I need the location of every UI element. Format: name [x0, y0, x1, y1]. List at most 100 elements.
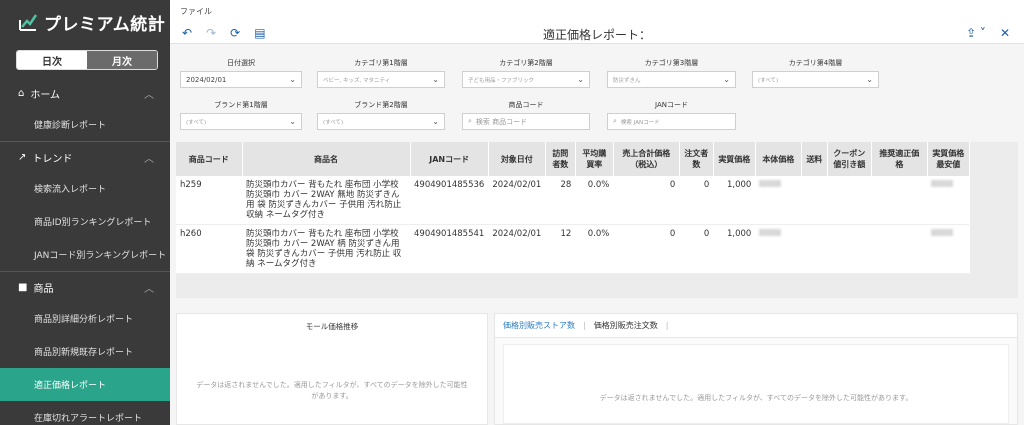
- sidebar-section-home[interactable]: ⌂ ホーム ︿: [0, 78, 170, 108]
- category2-filter: カテゴリ第2階層 子ども用品・ファブリック ⌄: [462, 58, 590, 88]
- app-logo-text: プレミアム統計: [44, 14, 166, 35]
- toolbar-right: ⇪ ˅ ✕: [966, 26, 1010, 40]
- sidebar-section-trend[interactable]: ↗ トレンド ︿: [0, 142, 170, 172]
- cell-coupon: [827, 176, 872, 225]
- chevron-up-icon: ︿: [144, 153, 154, 165]
- category2-select[interactable]: 子ども用品・ファブリック ⌄: [462, 71, 590, 88]
- product-code-search[interactable]: ⌕ 検索 商品コード: [462, 113, 590, 130]
- column-header[interactable]: 実質価格: [713, 142, 756, 176]
- redacted-value: [931, 229, 954, 236]
- section-label: トレンド: [32, 153, 73, 165]
- column-header[interactable]: クーポン値引き額: [827, 142, 872, 176]
- column-header[interactable]: 訪問者数: [545, 142, 576, 176]
- column-header[interactable]: 実質価格最安値: [927, 142, 970, 176]
- selected-value: 2024/02/01: [186, 75, 227, 84]
- column-header[interactable]: 商品コード: [176, 142, 243, 176]
- sidebar-item-search-inflow[interactable]: 検索流入レポート: [0, 172, 170, 205]
- close-icon[interactable]: ✕: [1000, 26, 1010, 40]
- cell-orders: 0: [679, 176, 714, 225]
- cell-real-price: 1,000: [713, 224, 756, 274]
- file-menu[interactable]: ファイル: [180, 6, 212, 17]
- cell-date: 2024/02/01: [488, 176, 546, 225]
- tab-store-count[interactable]: 価格別販売ストア数: [503, 320, 575, 331]
- cell-base-price: [755, 176, 802, 225]
- column-header[interactable]: 送料: [801, 142, 828, 176]
- cell-jan-code: 4904901485541: [410, 224, 489, 274]
- filter-label: ブランド第2階層: [354, 101, 408, 109]
- filter-label: カテゴリ第2階層: [499, 59, 553, 67]
- no-data-message: データは返されませんでした。適用したフィルタが、すべてのデータを除外した可能性が…: [599, 394, 913, 402]
- sidebar-item-stockout[interactable]: 在庫切れアラートレポート: [0, 401, 170, 425]
- filter-label: カテゴリ第3階層: [644, 59, 699, 67]
- selected-value: 防災ずきん: [613, 77, 641, 84]
- category1-select[interactable]: ベビー, キッズ, マタニティ ⌄: [317, 71, 445, 88]
- redacted-value: [931, 180, 954, 187]
- column-header[interactable]: 推奨適正価格: [871, 142, 928, 176]
- column-header[interactable]: 売上合計価格（税込）: [613, 142, 680, 176]
- brand1-select[interactable]: (すべて) ⌄: [180, 113, 302, 130]
- sidebar-item-health[interactable]: 健康診断レポート: [0, 108, 170, 141]
- sidebar-item-jan-ranking[interactable]: JANコード別ランキングレポート: [0, 238, 170, 271]
- column-header[interactable]: 本体価格: [755, 142, 802, 176]
- sidebar-item-product-detail[interactable]: 商品別詳細分析レポート: [0, 302, 170, 335]
- chevron-down-icon: ⌄: [577, 75, 584, 84]
- filter-label: カテゴリ第4階層: [788, 59, 843, 67]
- price-distribution-panel: 価格別販売ストア数 | 価格別販売注文数 | データは返されませんでした。適用し…: [494, 313, 1018, 425]
- column-header[interactable]: 注文者数: [679, 142, 714, 176]
- no-data-message: データは返されませんでした。適用したフィルタが、すべてのデータを除外した可能性が…: [196, 381, 468, 400]
- cell-sales: 0: [613, 224, 680, 274]
- column-header[interactable]: JANコード: [410, 142, 489, 176]
- section-label: 商品: [33, 283, 54, 295]
- category4-select[interactable]: (すべて) ⌄: [752, 71, 879, 88]
- monthly-toggle[interactable]: 月次: [87, 51, 157, 69]
- category3-filter: カテゴリ第3階層 防災ずきん ⌄: [607, 58, 736, 88]
- cell-shipping: [801, 224, 828, 274]
- sidebar-item-new-existing[interactable]: 商品別新規既存レポート: [0, 335, 170, 368]
- period-toggle: 日次 月次: [16, 50, 158, 70]
- cell-product-code: h260: [176, 224, 242, 274]
- brand1-filter: ブランド第1階層 (すべて) ⌄: [180, 100, 302, 130]
- column-header[interactable]: 対象日付: [488, 142, 546, 176]
- chevron-down-icon: ⌄: [723, 75, 730, 84]
- report-table-container: 商品コード 商品名 JANコード 対象日付 訪問者数 平均購買率 売上合計価格（…: [176, 142, 1018, 298]
- panel-tabs: 価格別販売ストア数 | 価格別販売注文数 |: [495, 314, 1017, 338]
- trend-icon: ↗: [18, 151, 27, 163]
- cell-product-name: 防災頭巾カバー 背もたれ 座布団 小学校 防災頭巾 カバー 2WAY 無地 防災…: [242, 176, 410, 225]
- cell-sales: 0: [613, 176, 680, 225]
- cell-jan-code: 4904901485536: [410, 176, 489, 225]
- column-header[interactable]: 平均購買率: [575, 142, 614, 176]
- app-logo[interactable]: プレミアム統計: [0, 0, 170, 44]
- filter-label: カテゴリ第1階層: [354, 59, 408, 67]
- cell-orders: 0: [679, 224, 714, 274]
- cell-recommended: [871, 224, 928, 274]
- cell-product-name: 防災頭巾カバー 背もたれ 座布団 小学校 防災頭巾 カバー 2WAY 柄 防災ず…: [242, 224, 410, 274]
- selected-value: (すべて): [186, 119, 207, 126]
- filter-label: 商品コード: [508, 101, 544, 109]
- daily-toggle[interactable]: 日次: [17, 51, 87, 69]
- table-row[interactable]: h260 防災頭巾カバー 背もたれ 座布団 小学校 防災頭巾 カバー 2WAY …: [176, 224, 970, 274]
- chevron-up-icon: ︿: [144, 89, 154, 101]
- date-select[interactable]: 2024/02/01 ⌄: [180, 71, 302, 88]
- sidebar: プレミアム統計 日次 月次 ⌂ ホーム ︿ 健康診断レポート ↗ トレンド ︿ 検索…: [0, 0, 170, 425]
- sidebar-section-product[interactable]: ■ 商品 ︿: [0, 272, 170, 302]
- category1-filter: カテゴリ第1階層 ベビー, キッズ, マタニティ ⌄: [317, 58, 445, 88]
- tab-separator: |: [665, 321, 669, 330]
- jan-code-search[interactable]: ⌕ 検索 JANコード: [607, 113, 736, 130]
- search-placeholder: 検索 JANコード: [620, 119, 660, 126]
- category3-select[interactable]: 防災ずきん ⌄: [607, 71, 736, 88]
- table-row[interactable]: h259 防災頭巾カバー 背もたれ 座布団 小学校 防災頭巾 カバー 2WAY …: [176, 176, 970, 225]
- cell-base-price: [755, 224, 802, 274]
- section-label: ホーム: [30, 89, 61, 101]
- filter-label: ブランド第1階層: [214, 101, 268, 109]
- column-header[interactable]: 商品名: [242, 142, 411, 176]
- tab-order-count[interactable]: 価格別販売注文数: [594, 320, 658, 331]
- filter-label: JANコード: [655, 101, 688, 109]
- sidebar-item-fair-price[interactable]: 適正価格レポート: [0, 368, 170, 401]
- brand2-select[interactable]: (すべて) ⌄: [317, 113, 445, 130]
- brand2-filter: ブランド第2階層 (すべて) ⌄: [317, 100, 445, 130]
- selected-value: ベビー, キッズ, マタニティ: [323, 77, 391, 84]
- sidebar-item-product-ranking[interactable]: 商品ID別ランキングレポート: [0, 205, 170, 238]
- report-table: 商品コード 商品名 JANコード 対象日付 訪問者数 平均購買率 売上合計価格（…: [176, 142, 970, 274]
- cell-rate: 0.0%: [575, 224, 614, 274]
- share-icon[interactable]: ⇪ ˅: [966, 26, 986, 40]
